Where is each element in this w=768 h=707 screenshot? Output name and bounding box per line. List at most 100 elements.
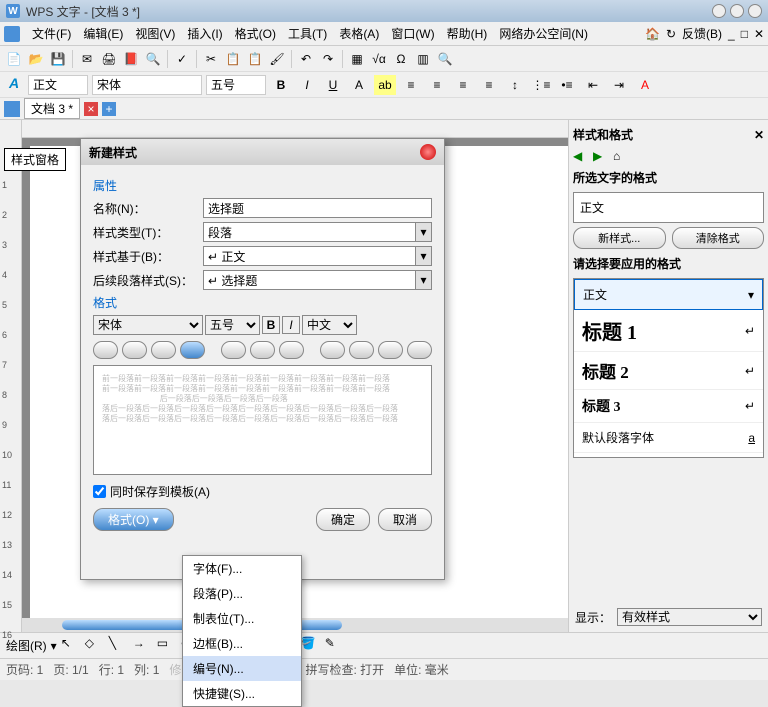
align-justify-icon[interactable]: ≡ — [478, 75, 500, 95]
menu-help[interactable]: 帮助(H) — [441, 23, 494, 44]
refresh-icon[interactable]: ↻ — [666, 27, 676, 41]
mdi-minimize-icon[interactable]: _ — [728, 27, 735, 41]
autoshapes-icon[interactable]: ◇ — [85, 636, 105, 656]
name-input[interactable] — [203, 198, 432, 218]
menu-format[interactable]: 格式(O) — [229, 23, 282, 44]
spacing-pill-3[interactable] — [279, 341, 304, 359]
nav-fwd-icon[interactable]: ▶ — [593, 149, 607, 163]
dlg-size-select[interactable]: 五号 — [205, 315, 260, 335]
table-icon[interactable]: ▦ — [347, 49, 367, 69]
format-dropdown-button[interactable]: 格式(O) ▾ — [93, 508, 174, 531]
dialog-close-icon[interactable] — [420, 144, 436, 160]
paste-icon[interactable]: 📋 — [245, 49, 265, 69]
based-select[interactable] — [203, 246, 416, 266]
minimize-button[interactable] — [712, 4, 726, 18]
feedback-link[interactable]: 反馈(B) — [682, 25, 722, 42]
format-painter-icon[interactable]: 🖌 — [267, 49, 287, 69]
style-item-h3[interactable]: 标题 3↵ — [574, 390, 763, 423]
line-spacing-icon[interactable]: ↕ — [504, 75, 526, 95]
symbol-icon[interactable]: Ω — [391, 49, 411, 69]
dlg-bold-icon[interactable]: B — [262, 316, 280, 334]
new-style-button[interactable]: 新样式... — [573, 227, 666, 249]
home-icon[interactable]: 🏠 — [645, 27, 660, 41]
save-template-checkbox[interactable] — [93, 485, 106, 498]
indent-dec-icon[interactable]: ⇤ — [582, 75, 604, 95]
chevron-down-icon[interactable]: ▾ — [416, 246, 432, 266]
follow-select[interactable] — [203, 270, 416, 290]
italic-icon[interactable]: I — [296, 75, 318, 95]
menu-window[interactable]: 窗口(W) — [385, 23, 440, 44]
menu-item-tabs[interactable]: 制表位(T)... — [183, 606, 301, 631]
preview-icon[interactable]: 🔍 — [143, 49, 163, 69]
spellcheck-icon[interactable]: ✓ — [172, 49, 192, 69]
show-select[interactable]: 有效样式 — [617, 608, 762, 626]
style-item-h1[interactable]: 标题 1↵ — [574, 310, 763, 352]
chevron-down-icon[interactable]: ▾ — [416, 270, 432, 290]
linecolor-icon[interactable]: ✎ — [325, 636, 345, 656]
indent-pill-4[interactable] — [407, 341, 432, 359]
align-right-icon[interactable]: ≡ — [452, 75, 474, 95]
style-item-default-font[interactable]: 默认段落字体a — [574, 423, 763, 453]
style-item-body[interactable]: 正文▾ — [574, 279, 763, 310]
indent-pill-3[interactable] — [378, 341, 403, 359]
underline-icon[interactable]: U — [322, 75, 344, 95]
dlg-lang-select[interactable]: 中文 — [302, 315, 357, 335]
chevron-down-icon[interactable]: ▾ — [748, 288, 754, 302]
cancel-button[interactable]: 取消 — [378, 508, 432, 531]
align-center-icon[interactable]: ≡ — [426, 75, 448, 95]
bullets-icon[interactable]: •≡ — [556, 75, 578, 95]
menu-table[interactable]: 表格(A) — [333, 23, 385, 44]
panel-close-icon[interactable]: ✕ — [754, 128, 764, 142]
menu-file[interactable]: 文件(F) — [26, 23, 77, 44]
menu-item-shortcut[interactable]: 快捷键(S)... — [183, 681, 301, 706]
tab-close-icon[interactable]: × — [84, 102, 98, 116]
highlight-icon[interactable]: ab — [374, 75, 396, 95]
pointer-icon[interactable]: ↖ — [61, 636, 81, 656]
font-combo[interactable]: 宋体 — [92, 75, 202, 95]
style-item-h2[interactable]: 标题 2↵ — [574, 352, 763, 390]
nav-back-icon[interactable]: ◀ — [573, 149, 587, 163]
open-icon[interactable]: 📂 — [26, 49, 46, 69]
mail-icon[interactable]: ✉ — [77, 49, 97, 69]
menu-insert[interactable]: 插入(I) — [181, 23, 228, 44]
formula-icon[interactable]: √α — [369, 49, 389, 69]
fillcolor-icon[interactable]: 🪣 — [301, 636, 321, 656]
draw-menu[interactable]: 绘图(R) — [6, 637, 47, 654]
font-effect-icon[interactable]: A — [348, 75, 370, 95]
document-tab[interactable]: 文档 3 * — [24, 98, 80, 119]
spacing-pill-2[interactable] — [250, 341, 275, 359]
undo-icon[interactable]: ↶ — [296, 49, 316, 69]
align-center-pill[interactable] — [122, 341, 147, 359]
align-right-pill[interactable] — [151, 341, 176, 359]
mdi-close-icon[interactable]: ✕ — [754, 27, 764, 41]
rect-icon[interactable]: ▭ — [157, 636, 177, 656]
menu-item-font[interactable]: 字体(F)... — [183, 556, 301, 581]
menu-network[interactable]: 网络办公空间(N) — [493, 23, 594, 44]
ok-button[interactable]: 确定 — [316, 508, 370, 531]
nav-home-icon[interactable]: ⌂ — [613, 149, 627, 163]
redo-icon[interactable]: ↷ — [318, 49, 338, 69]
style-list[interactable]: 正文▾ 标题 1↵ 标题 2↵ 标题 3↵ 默认段落字体a — [573, 278, 764, 458]
align-left-pill[interactable] — [93, 341, 118, 359]
maximize-button[interactable] — [730, 4, 744, 18]
tab-add-icon[interactable]: + — [102, 102, 116, 116]
arrow-icon[interactable]: → — [133, 636, 153, 656]
dlg-font-select[interactable]: 宋体 — [93, 315, 203, 335]
indent-pill-2[interactable] — [349, 341, 374, 359]
spacing-pill-1[interactable] — [221, 341, 246, 359]
type-select[interactable] — [203, 222, 416, 242]
dlg-italic-icon[interactable]: I — [282, 316, 300, 334]
bold-icon[interactable]: B — [270, 75, 292, 95]
new-icon[interactable]: 📄 — [4, 49, 24, 69]
save-icon[interactable]: 💾 — [48, 49, 68, 69]
menu-edit[interactable]: 编辑(E) — [77, 23, 129, 44]
clear-format-button[interactable]: 清除格式 — [672, 227, 765, 249]
size-combo[interactable]: 五号 — [206, 75, 266, 95]
line-icon[interactable]: ╲ — [109, 636, 129, 656]
style-combo[interactable]: 正文 — [28, 75, 88, 95]
copy-icon[interactable]: 📋 — [223, 49, 243, 69]
font-color-icon[interactable]: A — [634, 75, 656, 95]
align-justify-pill[interactable] — [180, 341, 205, 359]
close-button[interactable] — [748, 4, 762, 18]
align-left-icon[interactable]: ≡ — [400, 75, 422, 95]
